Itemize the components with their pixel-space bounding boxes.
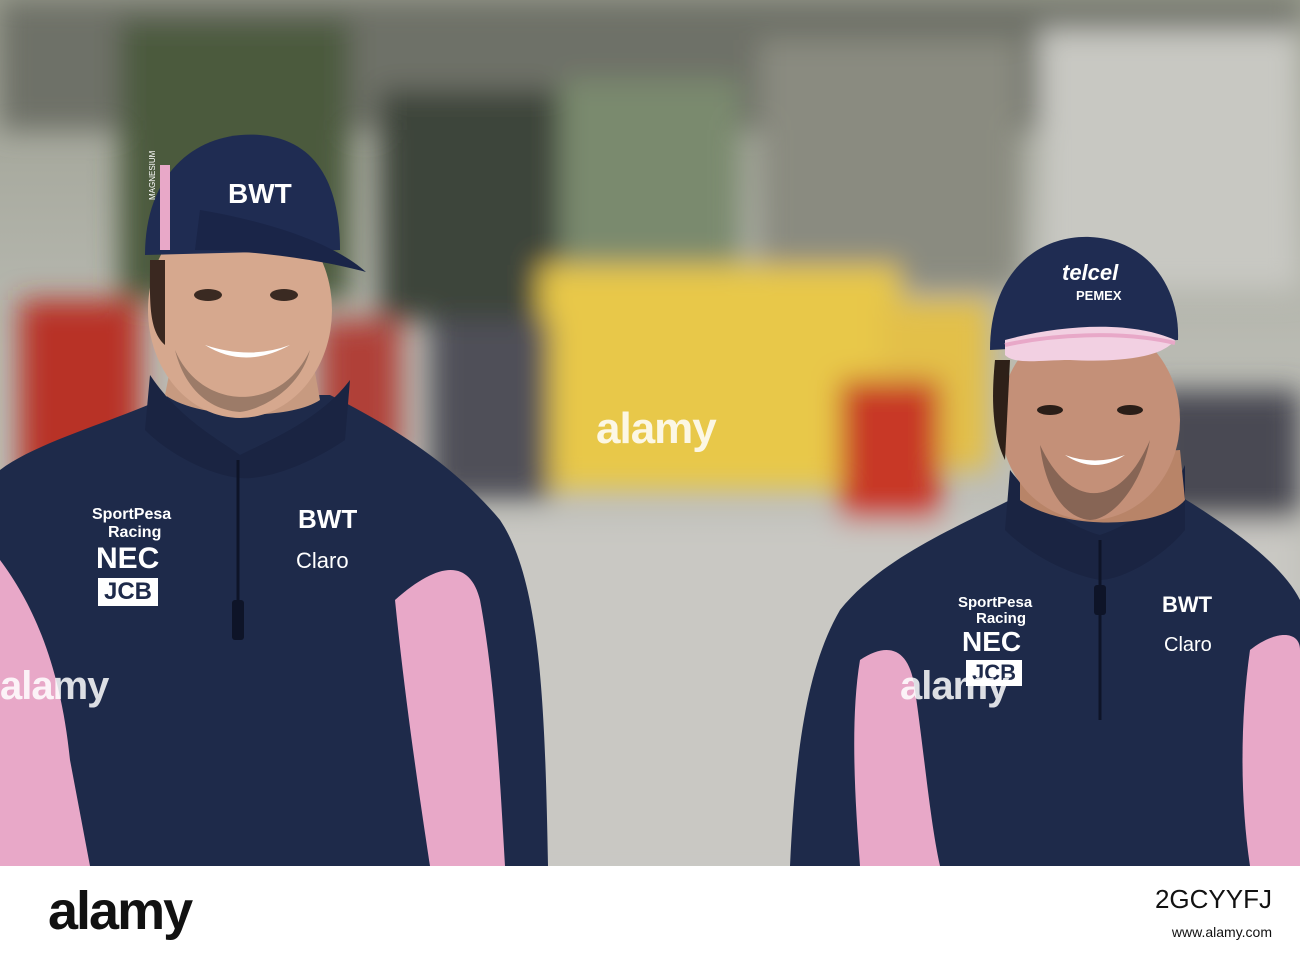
right-sponsor-sportpesa: SportPesa xyxy=(958,594,1033,611)
left-sponsor-jcb: JCB xyxy=(98,578,159,606)
right-cap-sub: PEMEX xyxy=(1076,288,1122,303)
watermark-right: alamy xyxy=(900,664,1009,708)
watermark-left: alamy xyxy=(0,664,109,708)
right-sponsor-nec: NEC xyxy=(962,626,1022,657)
left-chest-claro: Claro xyxy=(296,548,349,573)
footer-logo[interactable]: alamy xyxy=(48,880,193,942)
left-sponsor-sportpesa: SportPesa xyxy=(92,506,172,523)
right-cap-logo: telcel xyxy=(1062,260,1119,285)
right-chest-claro: Claro xyxy=(1164,634,1212,656)
footer-meta[interactable]: www.alamy.com xyxy=(1172,924,1272,940)
footer-bar xyxy=(0,866,1300,956)
left-cap-logo: BWT xyxy=(228,178,292,209)
right-sponsor-racing: Racing xyxy=(976,610,1027,627)
right-chest-bwt: BWT xyxy=(1162,592,1213,617)
left-sponsor-nec: NEC xyxy=(96,542,160,575)
footer-image-id: 2GCYYFJ xyxy=(1154,884,1272,914)
left-sponsor-racing: Racing xyxy=(108,524,162,541)
left-cap-side-text: MAGNESIUM xyxy=(148,150,157,200)
left-chest-bwt: BWT xyxy=(298,504,358,534)
photo: BWT MAGNESIUM SportPesa Racing NEC JCB B… xyxy=(0,0,1300,866)
watermark-center: alamy xyxy=(596,404,717,453)
